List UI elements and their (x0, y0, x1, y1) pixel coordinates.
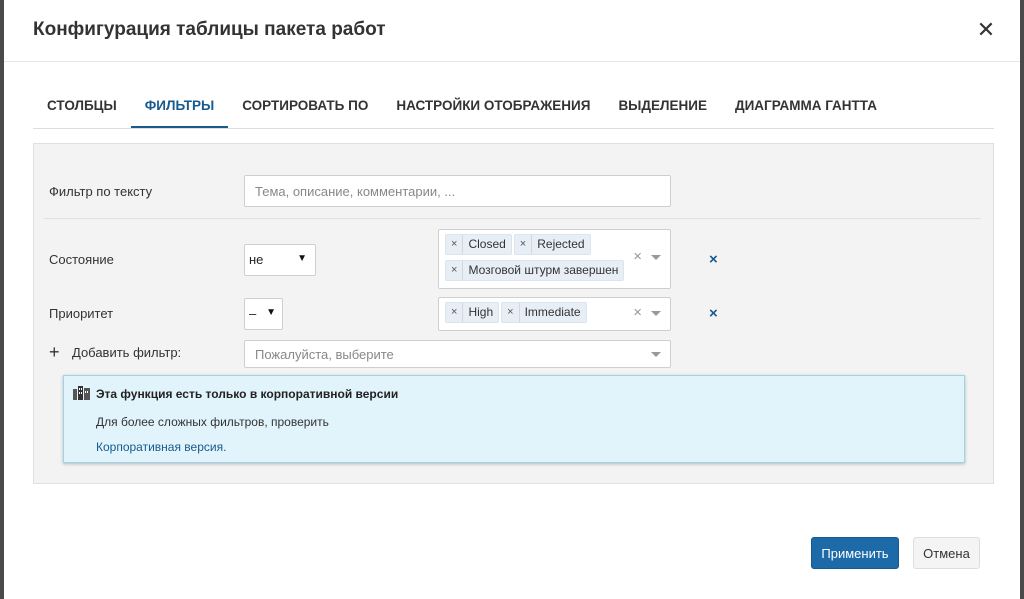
remove-tag-icon[interactable]: × (446, 261, 464, 280)
text-filter-input[interactable] (244, 175, 671, 207)
tag-label: Immediate (524, 305, 581, 319)
work-package-table-config-modal: Конфигурация таблицы пакета работ ✕ СТОЛ… (4, 0, 1020, 599)
priority-filter-label: Приоритет (49, 306, 114, 321)
notice-title: Эта функция есть только в корпоративной … (96, 387, 399, 401)
priority-values-select[interactable]: × High × Immediate × (438, 297, 671, 331)
priority-tag: × Immediate (501, 302, 587, 323)
tab-display-settings[interactable]: НАСТРОЙКИ ОТОБРАЖЕНИЯ (382, 83, 604, 128)
add-filter-select[interactable]: Пожалуйста, выберите (244, 340, 671, 368)
status-tags: × Closed × Rejected × Мозговой штурм заверше… (445, 234, 625, 286)
status-tag: × Closed (445, 234, 512, 255)
enterprise-buildings-icon (73, 386, 90, 400)
text-filter-label: Фильтр по тексту (49, 184, 153, 199)
enterprise-notice: Эта функция есть только в корпоративной … (63, 375, 965, 463)
status-tag: × Мозговой штурм завершен (445, 260, 625, 281)
notice-text: Для более сложных фильтров, проверить (96, 415, 329, 429)
priority-operator-select[interactable]: – ▼ (244, 298, 283, 330)
modal-header: Конфигурация таблицы пакета работ ✕ (4, 0, 1020, 62)
add-filter-label: Добавить фильтр: (72, 345, 182, 360)
cancel-button[interactable]: Отмена (913, 537, 980, 569)
remove-tag-icon[interactable]: × (515, 235, 533, 254)
close-icon[interactable]: ✕ (976, 19, 996, 41)
tab-columns[interactable]: СТОЛБЦЫ (33, 83, 131, 128)
modal-title: Конфигурация таблицы пакета работ (33, 19, 386, 40)
status-filter-label: Состояние (49, 252, 114, 267)
add-filter-placeholder: Пожалуйста, выберите (255, 347, 394, 362)
priority-tags: × High × Immediate (445, 302, 630, 328)
tag-label: Rejected (537, 237, 585, 251)
status-operator-select[interactable]: не ▼ (244, 244, 316, 276)
clear-selection-icon[interactable]: × (633, 304, 642, 321)
tab-sort-by[interactable]: СОРТИРОВАТЬ ПО (228, 83, 382, 128)
tab-highlighting[interactable]: ВЫДЕЛЕНИЕ (604, 83, 721, 128)
priority-operator-value: – (249, 306, 257, 321)
remove-filter-icon[interactable]: × (709, 305, 718, 322)
chevron-down-icon[interactable] (651, 311, 661, 316)
caret-down-icon: ▼ (297, 253, 307, 264)
divider (44, 218, 981, 219)
apply-button[interactable]: Применить (811, 537, 899, 569)
clear-selection-icon[interactable]: × (633, 248, 642, 265)
chevron-down-icon[interactable] (651, 255, 661, 260)
chevron-down-icon (651, 352, 661, 357)
status-values-select[interactable]: × Closed × Rejected × Мозговой штурм заверше… (438, 229, 671, 289)
tab-bar: СТОЛБЦЫ ФИЛЬТРЫ СОРТИРОВАТЬ ПО НАСТРОЙКИ… (33, 83, 994, 129)
plus-icon[interactable]: + (49, 343, 60, 361)
status-operator-value: не (249, 252, 264, 267)
tab-gantt-chart[interactable]: ДИАГРАММА ГАНТТА (721, 83, 891, 128)
tag-label: Мозговой штурм завершен (468, 263, 619, 277)
tab-filters[interactable]: ФИЛЬТРЫ (130, 83, 229, 128)
enterprise-edition-link[interactable]: Корпоративная версия. (96, 440, 226, 454)
status-tag: × Rejected (513, 234, 591, 255)
priority-tag: × High (445, 302, 500, 323)
remove-filter-icon[interactable]: × (709, 251, 718, 268)
remove-tag-icon[interactable]: × (446, 235, 464, 254)
caret-down-icon: ▼ (266, 307, 276, 318)
remove-tag-icon[interactable]: × (446, 303, 464, 322)
tag-label: Closed (468, 237, 506, 251)
remove-tag-icon[interactable]: × (502, 303, 520, 322)
tag-label: High (468, 305, 494, 319)
filters-panel: Фильтр по тексту Состояние не ▼ ×Closed×… (33, 143, 994, 484)
